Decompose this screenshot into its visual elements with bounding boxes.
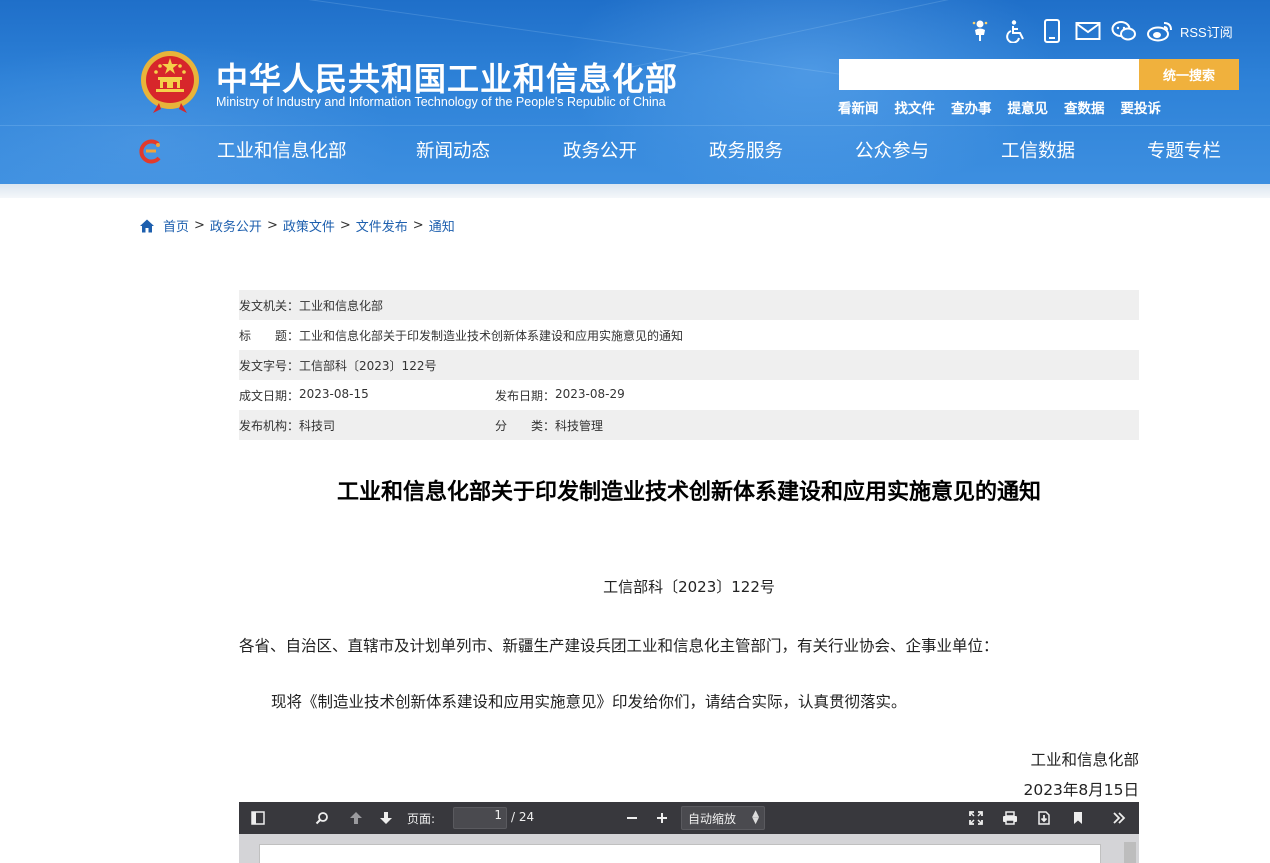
- quick-link-complaints[interactable]: 要投诉: [1121, 97, 1162, 117]
- breadcrumb-separator: >: [266, 218, 278, 233]
- previous-page-icon[interactable]: [343, 802, 369, 834]
- nav-item-services[interactable]: 政务服务: [709, 137, 783, 163]
- org-label: 发布机构：: [239, 418, 300, 433]
- site-subtitle-en: Ministry of Industry and Information Tec…: [216, 95, 666, 109]
- breadcrumb-separator: >: [339, 218, 351, 233]
- document-body: 现将《制造业技术创新体系建设和应用实施意见》印发给你们，请结合实际，认真贯彻落实…: [271, 693, 907, 711]
- zoom-in-icon[interactable]: [649, 802, 675, 834]
- rss-subscribe-link[interactable]: RSS订阅: [1180, 22, 1233, 41]
- pdf-page: [259, 844, 1101, 863]
- mobile-icon[interactable]: [1038, 17, 1066, 45]
- pdf-scrollbar[interactable]: [1124, 842, 1136, 863]
- pdf-viewer-canvas[interactable]: [239, 834, 1139, 863]
- more-tools-icon[interactable]: [1106, 802, 1132, 834]
- presentation-mode-icon[interactable]: [963, 802, 989, 834]
- quick-link-news[interactable]: 看新闻: [838, 97, 879, 117]
- quick-link-feedback[interactable]: 提意见: [1008, 97, 1049, 117]
- breadcrumb-open-government[interactable]: 政务公开: [210, 216, 262, 235]
- nav-item-ministry[interactable]: 工业和信息化部: [217, 137, 347, 163]
- bookmark-icon[interactable]: [1065, 802, 1091, 834]
- chevron-updown-icon: ▲ ▼: [752, 809, 759, 826]
- print-icon[interactable]: [997, 802, 1023, 834]
- elderly-mode-icon[interactable]: [966, 17, 994, 45]
- breadcrumb-notice[interactable]: 通知: [429, 216, 455, 235]
- title-value: 工业和信息化部关于印发制造业技术创新体系建设和应用实施意见的通知: [299, 328, 684, 343]
- quick-links: 看新闻 找文件 查办事 提意见 查数据 要投诉: [838, 97, 1177, 117]
- document-title: 工业和信息化部关于印发制造业技术创新体系建设和应用实施意见的通知: [336, 480, 1041, 505]
- issuer-label: 发文机关：: [239, 298, 300, 313]
- main-nav: 工业和信息化部 新闻动态 政务公开 政务服务 公众参与 工信数据 专题专栏: [0, 137, 1270, 167]
- issuer-value: 工业和信息化部: [299, 298, 384, 313]
- page-number-input[interactable]: 1: [453, 807, 507, 829]
- next-page-icon[interactable]: [373, 802, 399, 834]
- document-addressee: 各省、自治区、直辖市及计划单列市、新疆生产建设兵团工业和信息化主管部门，有关行业…: [239, 637, 999, 655]
- mail-icon[interactable]: [1074, 17, 1102, 45]
- nav-item-data[interactable]: 工信数据: [1001, 137, 1075, 163]
- written-date-value: 2023-08-15: [299, 386, 369, 401]
- weibo-icon[interactable]: [1146, 17, 1174, 45]
- quick-link-services[interactable]: 查办事: [951, 97, 992, 117]
- pdf-toolbar: 页面: 1 / 24 自动缩放 ▲ ▼: [239, 802, 1139, 834]
- site-title: 中华人民共和国工业和信息化部: [216, 60, 679, 98]
- document-info-table: 发文机关： 工业和信息化部 标 题： 工业和信息化部关于印发制造业技术创新体系建…: [239, 290, 1139, 440]
- header-shadow: [0, 184, 1270, 198]
- search-button[interactable]: 统一搜索: [1139, 59, 1239, 90]
- info-row-issuer: 发文机关： 工业和信息化部: [239, 290, 1139, 320]
- nav-item-news[interactable]: 新闻动态: [416, 137, 490, 163]
- download-icon[interactable]: [1031, 802, 1057, 834]
- national-emblem-logo[interactable]: [139, 49, 201, 115]
- published-date-value: 2023-08-29: [555, 386, 625, 401]
- breadcrumb-home[interactable]: 首页: [163, 216, 189, 235]
- info-row-title: 标 题： 工业和信息化部关于印发制造业技术创新体系建设和应用实施意见的通知: [239, 320, 1139, 350]
- breadcrumb-separator: >: [194, 218, 205, 233]
- header-decor-line: [0, 125, 1270, 126]
- zoom-select-value: 自动缩放: [688, 811, 737, 826]
- docno-label: 发文字号：: [239, 358, 300, 373]
- nav-item-topics[interactable]: 专题专栏: [1147, 137, 1221, 163]
- info-row-dates: 成文日期： 2023-08-15 发布日期： 2023-08-29: [239, 380, 1139, 410]
- find-icon[interactable]: [309, 802, 335, 834]
- document-number: 工信部科〔2023〕122号: [603, 578, 775, 596]
- page-total: / 24: [511, 810, 535, 824]
- page-label: 页面:: [407, 812, 436, 826]
- quick-link-data[interactable]: 查数据: [1064, 97, 1105, 117]
- wechat-icon[interactable]: [1110, 17, 1138, 45]
- sidebar-toggle-icon[interactable]: [245, 802, 271, 834]
- zoom-out-icon[interactable]: [619, 802, 645, 834]
- org-value: 科技司: [299, 418, 336, 433]
- nav-item-participation[interactable]: 公众参与: [855, 137, 929, 163]
- zoom-select[interactable]: 自动缩放 ▲ ▼: [681, 806, 765, 830]
- document-signer: 工业和信息化部: [1030, 751, 1139, 769]
- breadcrumb-file-release[interactable]: 文件发布: [356, 216, 408, 235]
- breadcrumb: 首页 > 政务公开 > 政策文件 > 文件发布 > 通知: [139, 216, 455, 235]
- search-input[interactable]: [839, 59, 1139, 90]
- info-row-docno: 发文字号： 工信部科〔2023〕122号: [239, 350, 1139, 380]
- accessibility-icon[interactable]: [1002, 17, 1030, 45]
- category-value: 科技管理: [555, 418, 604, 433]
- docno-value: 工信部科〔2023〕122号: [299, 358, 437, 373]
- home-icon[interactable]: [139, 218, 155, 234]
- title-label: 标 题：: [239, 328, 300, 343]
- site-header: 中华人民共和国工业和信息化部 Ministry of Industry and …: [0, 0, 1270, 184]
- quick-link-files[interactable]: 找文件: [895, 97, 936, 117]
- info-row-org: 发布机构： 科技司 分 类： 科技管理: [239, 410, 1139, 440]
- nav-item-open-government[interactable]: 政务公开: [563, 137, 637, 163]
- header-toolbar: RSS订阅: [966, 17, 1233, 45]
- breadcrumb-separator: >: [412, 218, 424, 233]
- written-date-label: 成文日期：: [239, 388, 300, 403]
- published-date-label: 发布日期：: [495, 388, 556, 403]
- category-label: 分 类：: [495, 418, 556, 433]
- document-date: 2023年8月15日: [1023, 781, 1139, 799]
- breadcrumb-policy-files[interactable]: 政策文件: [283, 216, 335, 235]
